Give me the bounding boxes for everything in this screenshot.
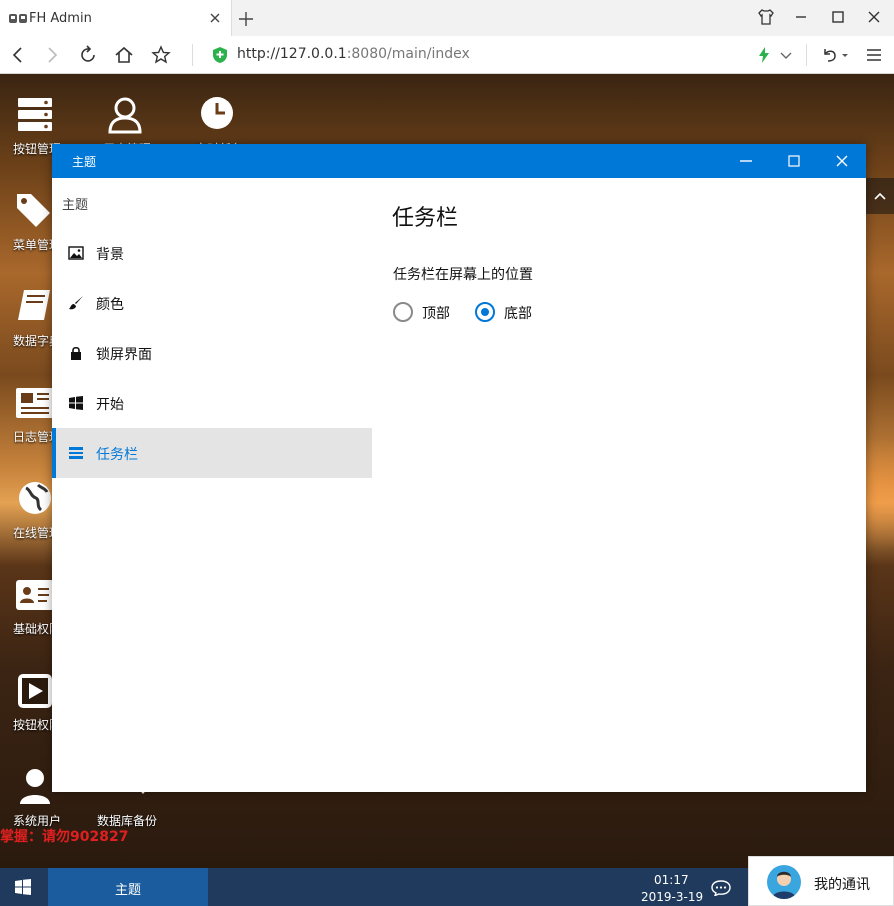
url-path: :8080/main/index: [346, 46, 470, 62]
chat-icon[interactable]: [711, 880, 731, 896]
globe-icon: [19, 482, 51, 514]
close-browser-icon[interactable]: [865, 8, 883, 26]
tab-title: FH Admin: [29, 11, 92, 26]
clock-time: 01:17: [654, 873, 689, 887]
sidebar-item-start[interactable]: 开始: [52, 378, 372, 428]
back-icon[interactable]: [8, 45, 28, 65]
new-tab-icon[interactable]: [238, 11, 254, 27]
avatar: [767, 865, 801, 899]
address-bar[interactable]: http://127.0.0.1:8080/main/index: [237, 46, 470, 62]
avatar-person-icon: [772, 871, 796, 899]
browser-tab[interactable]: FH Admin: [0, 0, 232, 36]
url-host: http://127.0.0.1: [237, 46, 347, 62]
maximize-icon[interactable]: [829, 8, 847, 26]
scroll-up-icon[interactable]: [866, 178, 894, 214]
lightning-icon[interactable]: [754, 45, 774, 65]
server-icon: [18, 98, 52, 131]
messenger-widget[interactable]: 我的通讯: [748, 856, 894, 906]
image-icon: [68, 246, 84, 260]
window-maximize-icon[interactable]: [786, 153, 802, 169]
undo-menu-icon[interactable]: [840, 45, 850, 65]
watermark-text: 掌握：请勿902827: [0, 829, 129, 845]
shirt-icon[interactable]: [757, 8, 775, 26]
lock-icon: [71, 346, 81, 360]
sidebar-item-label: 开始: [96, 397, 124, 413]
clock-icon: [201, 97, 233, 129]
newspaper-icon: [16, 388, 54, 418]
star-icon[interactable]: [151, 45, 171, 65]
clock-date: 2019-3-19: [641, 890, 704, 904]
book-icon: [18, 290, 50, 320]
taskbar-position-label: 任务栏在屏幕上的位置: [393, 267, 533, 283]
window-close-icon[interactable]: [834, 153, 850, 169]
user-icon: [108, 97, 142, 134]
play-icon: [18, 674, 52, 708]
chevron-down-icon[interactable]: [776, 45, 796, 65]
taskbar-item-label: 主题: [114, 883, 141, 898]
window-minimize-icon[interactable]: [738, 153, 754, 169]
sidebar-heading: 主题: [62, 198, 89, 213]
taskbar-item-theme[interactable]: 主题: [48, 868, 208, 906]
radio-label: 底部: [504, 306, 532, 322]
reload-icon[interactable]: [78, 45, 98, 65]
id-card-icon: [16, 580, 54, 610]
menu-icon[interactable]: [864, 45, 884, 65]
address-separator: [192, 44, 193, 66]
sidebar-item-taskbar[interactable]: 任务栏: [52, 428, 372, 478]
messenger-label: 我的通讯: [814, 877, 870, 893]
person-icon: [20, 769, 50, 804]
sidebar-item-color[interactable]: 颜色: [52, 278, 372, 328]
brush-icon: [69, 296, 83, 310]
radio-label: 顶部: [422, 306, 450, 322]
favicon-icon: [9, 14, 27, 23]
sidebar-item-label: 锁屏界面: [96, 347, 152, 363]
secure-shield-icon[interactable]: [212, 46, 228, 64]
sidebar-item-label: 背景: [96, 247, 124, 263]
sidebar-item-lock-screen[interactable]: 锁屏界面: [52, 328, 372, 378]
sidebar-item-label: 颜色: [96, 297, 124, 313]
undo-icon[interactable]: [820, 45, 840, 65]
toolbar-separator: [806, 44, 807, 66]
browser-navbar: http://127.0.0.1:8080/main/index: [0, 36, 894, 74]
settings-page-title: 任务栏: [392, 206, 459, 231]
radio-circle[interactable]: [475, 302, 495, 322]
minimize-icon[interactable]: [792, 8, 810, 26]
theme-sidebar: 主题 背景 颜色 锁屏界面 开始 任务栏: [52, 178, 372, 792]
browser-tabbar: FH Admin: [0, 0, 894, 36]
forward-icon[interactable]: [42, 45, 62, 65]
windows-icon: [69, 396, 83, 410]
sidebar-item-background[interactable]: 背景: [52, 228, 372, 278]
radio-circle[interactable]: [393, 302, 413, 322]
home-icon[interactable]: [114, 45, 134, 65]
window-title: 主题: [72, 155, 97, 169]
tags-icon: [17, 194, 50, 227]
close-tab-icon[interactable]: [208, 11, 222, 25]
sidebar-item-label: 任务栏: [96, 447, 138, 463]
window-titlebar[interactable]: 主题: [52, 144, 866, 178]
taskbar-icon: [69, 447, 83, 459]
start-windows-icon[interactable]: [14, 878, 32, 896]
theme-window: 主题 主题 背景 颜色 锁屏界面 开始 任务栏 任务栏 任务栏在屏幕上的位置 顶…: [52, 144, 866, 792]
